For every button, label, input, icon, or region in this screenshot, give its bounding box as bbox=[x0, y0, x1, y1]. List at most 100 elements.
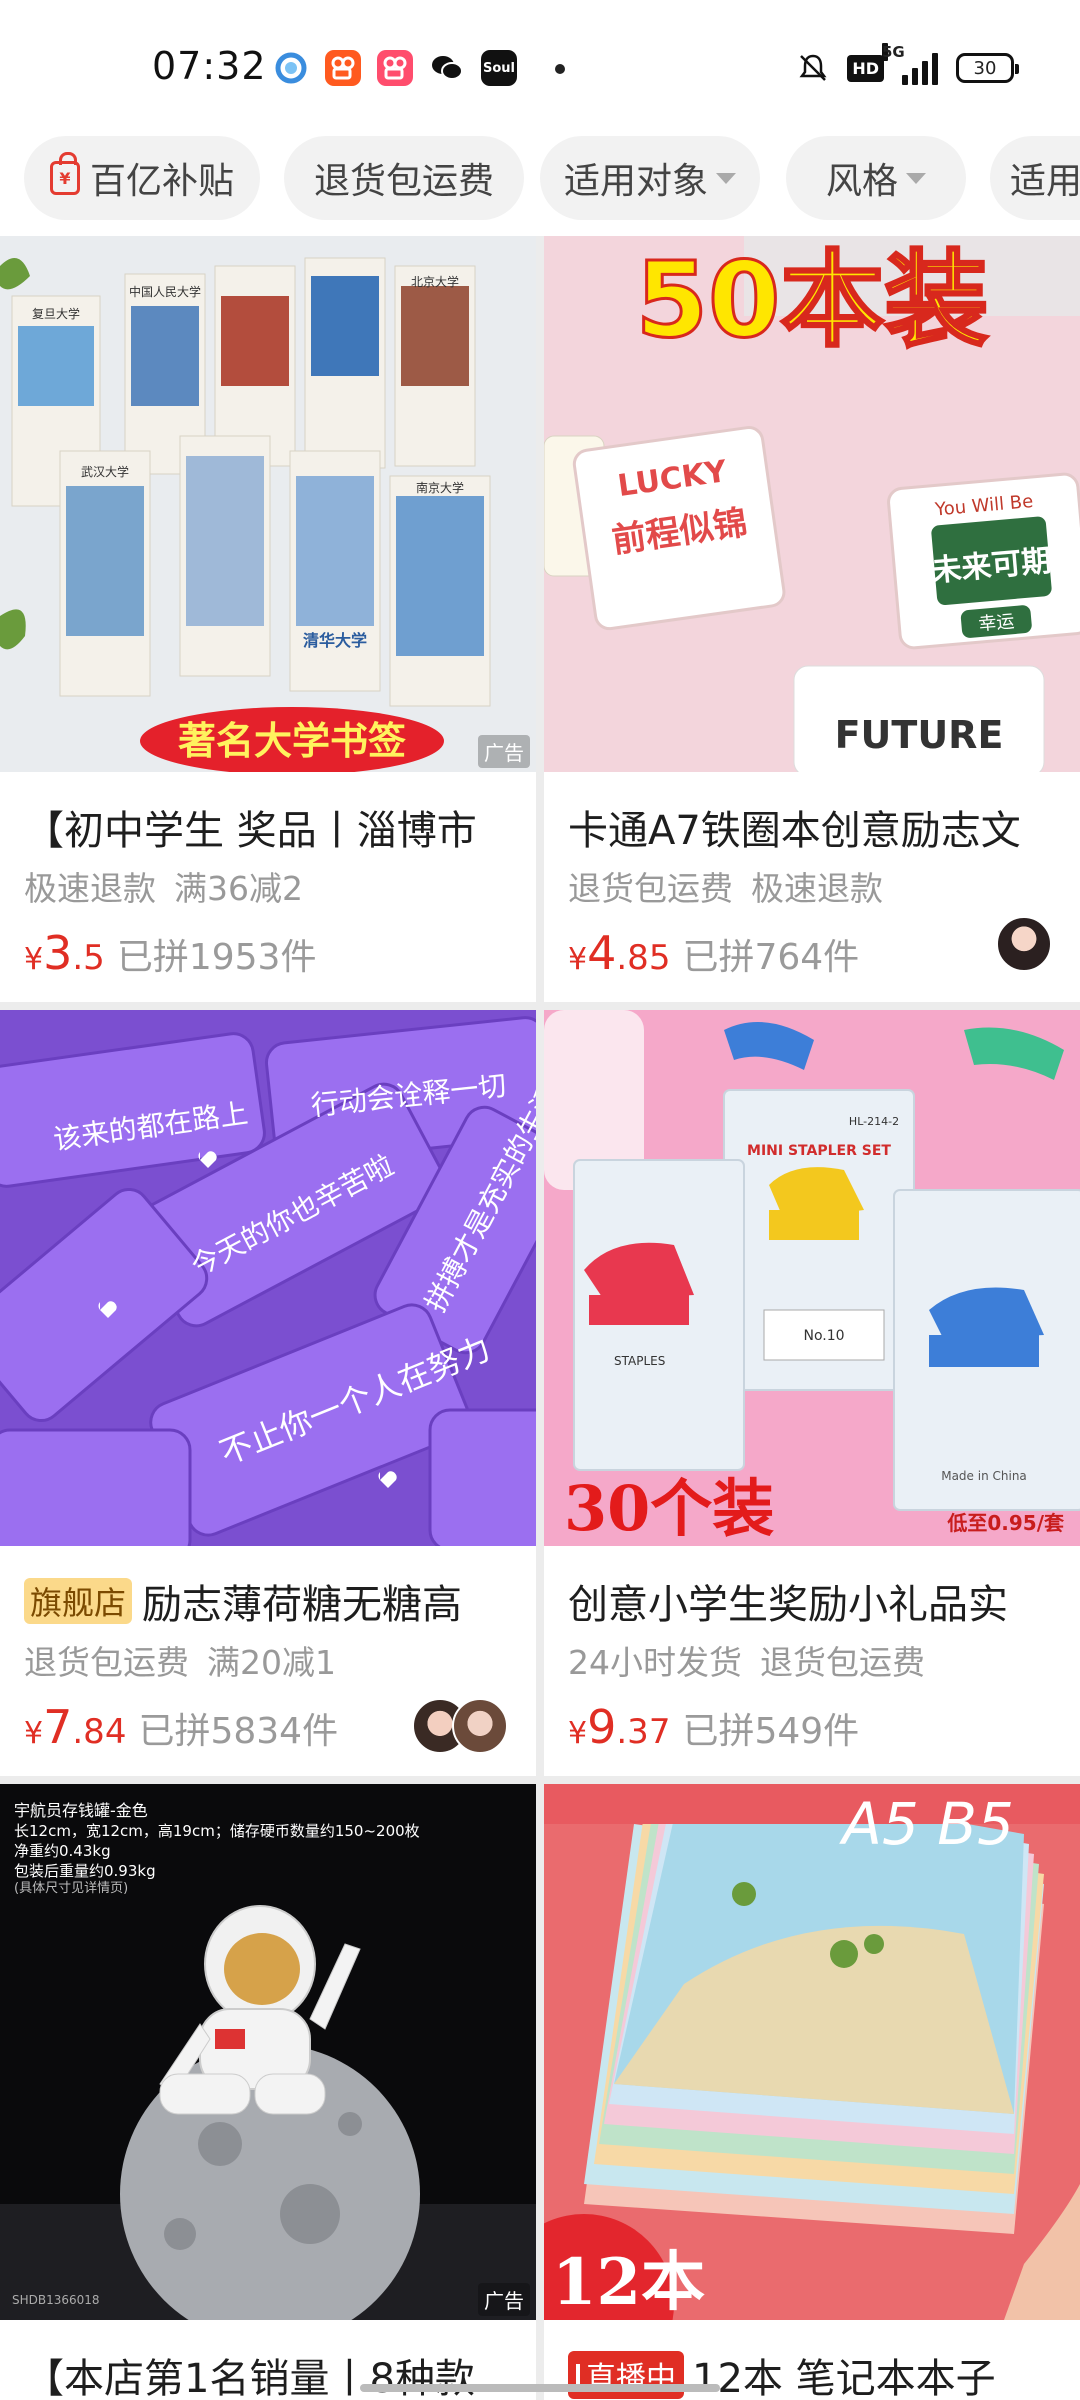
product-tag: 24小时发货 bbox=[568, 1643, 742, 1682]
browser-icon bbox=[273, 50, 309, 86]
price-integer: 9 bbox=[587, 1700, 617, 1754]
product-image[interactable]: MINI STAPLER SET HL-214-2 No.10 STAPLES … bbox=[544, 1010, 1080, 1546]
filter-chip-label: 百亿补贴 bbox=[89, 161, 234, 202]
price-decimal: .85 bbox=[616, 938, 671, 978]
kuaishou-lite-icon bbox=[377, 50, 413, 86]
filter-chip-label: 适用 bbox=[1010, 161, 1080, 202]
product-card[interactable]: 该来的都在路上 行动会诠释一切 今天的你也辛苦啦 拼搏才是充实的生活 不止你一个… bbox=[0, 1010, 536, 1776]
price-decimal: .37 bbox=[616, 1712, 671, 1752]
soul-icon: Soul bbox=[481, 50, 517, 86]
product-tag: 满36减2 bbox=[174, 869, 303, 908]
product-title[interactable]: 卡通A7铁圈本创意励志文 bbox=[568, 798, 1068, 856]
product-image[interactable]: A5 B5 12本 bbox=[544, 1784, 1080, 2320]
product-title[interactable]: 【初中学生 奖品丨淄博市 bbox=[24, 798, 524, 856]
currency-symbol: ¥ bbox=[568, 942, 588, 977]
kuaishou-icon bbox=[325, 50, 361, 86]
sold-count: 已拼549件 bbox=[682, 1711, 860, 1752]
product-tag: 满20减1 bbox=[207, 1643, 336, 1682]
product-card[interactable]: MINI STAPLER SET HL-214-2 No.10 STAPLES … bbox=[544, 1010, 1080, 1776]
filter-chip-style[interactable]: 风格 bbox=[786, 136, 966, 220]
university-label: 南京大学 bbox=[416, 480, 464, 495]
status-bar: 07:32 Soul HD 5G 30 bbox=[0, 0, 1080, 136]
filter-chip-subsidy[interactable]: ¥ 百亿补贴 bbox=[24, 136, 260, 220]
currency-symbol: ¥ bbox=[24, 942, 44, 977]
product-image-text: 长12cm，宽12cm，高19cm；储存硬币数量约150~200枚 bbox=[14, 1822, 420, 1840]
product-image[interactable]: 复旦大学 中国人民大学 北京大学 武汉大学 清华大学 南京大学 著名大学书签 广… bbox=[0, 236, 536, 772]
product-tags: 24小时发货 退货包运费 bbox=[568, 1636, 925, 1684]
home-indicator[interactable] bbox=[360, 2384, 720, 2392]
product-image-text: Made in China bbox=[941, 1469, 1027, 1483]
product-tag: 极速退款 bbox=[24, 869, 156, 908]
product-title[interactable]: 旗舰店 励志薄荷糖无糖高 bbox=[24, 1572, 524, 1630]
currency-symbol: ¥ bbox=[568, 1716, 588, 1751]
product-image-text: 著名大学书签 bbox=[178, 719, 406, 763]
university-label: 复旦大学 bbox=[32, 306, 80, 321]
product-image-text: STAPLES bbox=[614, 1354, 665, 1368]
filter-chip-free-return[interactable]: 退货包运费 bbox=[284, 136, 524, 220]
status-right-group: HD 5G 30 bbox=[797, 43, 1019, 88]
product-image[interactable]: 该来的都在路上 行动会诠释一切 今天的你也辛苦啦 拼搏才是充实的生活 不止你一个… bbox=[0, 1010, 536, 1546]
filter-chip-label: 适用对象 bbox=[563, 161, 708, 202]
product-title-text: 12本 笔记本本子 bbox=[692, 2356, 996, 2400]
hd-badge: HD bbox=[847, 54, 884, 82]
product-image-text: 12本 bbox=[552, 2245, 705, 2320]
product-image-text: 50本装 bbox=[636, 239, 989, 361]
product-image-text: 低至0.95/套 bbox=[946, 1511, 1064, 1535]
product-image-text: 30个装 bbox=[564, 1472, 774, 1545]
university-label: 中国人民大学 bbox=[129, 284, 201, 299]
price-integer: 4 bbox=[587, 926, 617, 980]
product-image-text: 幸运 bbox=[978, 611, 1016, 635]
shopping-bag-icon: ¥ bbox=[49, 152, 80, 195]
product-title[interactable]: 创意小学生奖励小礼品实 bbox=[568, 1572, 1068, 1630]
product-image-text: SHDB1366018 bbox=[12, 2293, 100, 2307]
price-integer: 3 bbox=[43, 926, 73, 980]
notification-dot bbox=[555, 64, 565, 74]
filter-bar: ¥ 百亿补贴 退货包运费 适用对象 风格 适用 bbox=[0, 136, 1080, 236]
product-image-text: A5 B5 bbox=[838, 1790, 1014, 1858]
ad-label: 广告 bbox=[478, 2283, 530, 2316]
signal-icon: 5G bbox=[882, 43, 938, 85]
product-image-text: 净重约0.43kg bbox=[14, 1842, 111, 1860]
wechat-icon bbox=[429, 50, 465, 86]
product-image[interactable]: 宇航员存钱罐-金色 长12cm，宽12cm，高19cm；储存硬币数量约150~2… bbox=[0, 1784, 536, 2320]
battery-icon: 30 bbox=[956, 53, 1019, 83]
product-card[interactable]: 复旦大学 中国人民大学 北京大学 武汉大学 清华大学 南京大学 著名大学书签 广… bbox=[0, 236, 536, 1002]
university-label: 清华大学 bbox=[303, 631, 367, 650]
product-image-text: MINI STAPLER SET bbox=[747, 1143, 891, 1159]
product-card[interactable]: A5 B5 12本 直播中 12本 笔记本本子 bbox=[544, 1784, 1080, 2400]
product-image[interactable]: LUCKY 前程似锦 You Will Be 未来可期 幸运 FUTURE 50… bbox=[544, 236, 1080, 772]
product-tag: 退货包运费 bbox=[24, 1643, 189, 1682]
price-row: ¥ 3 .5 已拼1953件 bbox=[24, 926, 316, 980]
status-time: 07:32 bbox=[152, 44, 267, 88]
product-tag: 退货包运费 bbox=[760, 1643, 925, 1682]
product-tag: 极速退款 bbox=[751, 869, 883, 908]
product-card[interactable]: LUCKY 前程似锦 You Will Be 未来可期 幸运 FUTURE 50… bbox=[544, 236, 1080, 1002]
battery-level: 30 bbox=[973, 57, 997, 79]
product-image-text: 包装后重量约0.93kg bbox=[14, 1862, 156, 1880]
product-card[interactable]: 宇航员存钱罐-金色 长12cm，宽12cm，高19cm；储存硬币数量约150~2… bbox=[0, 1784, 536, 2400]
product-image-text: No.10 bbox=[803, 1328, 844, 1344]
price-decimal: .5 bbox=[72, 938, 105, 978]
live-icon bbox=[576, 2364, 580, 2386]
network-type: 5G bbox=[882, 43, 905, 61]
mute-icon bbox=[799, 54, 827, 81]
university-label: 武汉大学 bbox=[81, 464, 129, 479]
product-tags: 退货包运费 极速退款 bbox=[568, 862, 883, 910]
filter-chip-applicable[interactable]: 适用 bbox=[990, 136, 1080, 220]
chevron-down-icon bbox=[716, 172, 736, 184]
price-row: ¥ 7 .84 已拼5834件 bbox=[24, 1700, 338, 1754]
sold-count: 已拼1953件 bbox=[116, 937, 317, 978]
filter-chip-target[interactable]: 适用对象 bbox=[540, 136, 760, 220]
ad-label: 广告 bbox=[478, 735, 530, 768]
filter-chip-label: 风格 bbox=[825, 161, 898, 202]
filter-chip-label: 退货包运费 bbox=[313, 161, 494, 202]
product-image-text: FUTURE bbox=[835, 713, 1004, 757]
flagship-badge: 旗舰店 bbox=[24, 1578, 133, 1624]
buyer-avatar bbox=[452, 1698, 508, 1754]
price-row: ¥ 4 .85 已拼764件 bbox=[568, 926, 859, 980]
sold-count: 已拼5834件 bbox=[138, 1711, 339, 1752]
currency-symbol: ¥ bbox=[24, 1716, 44, 1751]
product-tag: 退货包运费 bbox=[568, 869, 733, 908]
product-title-text: 励志薄荷糖无糖高 bbox=[142, 1582, 463, 1628]
product-image-text: HL-214-2 bbox=[849, 1115, 899, 1128]
